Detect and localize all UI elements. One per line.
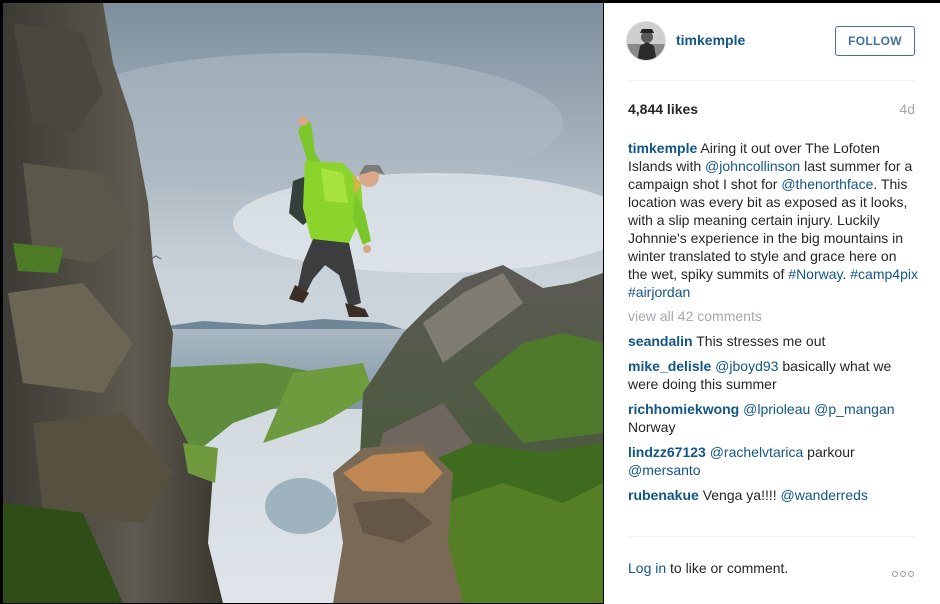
comment-username[interactable]: rubenakue bbox=[628, 487, 699, 503]
mention-link[interactable]: @mersanto bbox=[628, 462, 701, 478]
login-prompt-text: to like or comment. bbox=[666, 560, 789, 576]
mention-link[interactable]: @lprioleau bbox=[743, 401, 810, 417]
post-photo[interactable] bbox=[3, 3, 603, 603]
comment-item: mike_delisle @jboyd93 basically what we … bbox=[628, 357, 918, 393]
footer-divider bbox=[628, 536, 915, 537]
mention-link[interactable]: @thenorthface bbox=[781, 176, 873, 192]
header-divider bbox=[628, 80, 915, 81]
comment-text: This stresses me out bbox=[692, 333, 826, 349]
instagram-post-modal: timkemple FOLLOW 4,844 likes 4d timkempl… bbox=[0, 0, 940, 604]
mention-link[interactable]: @johncollinson bbox=[705, 158, 800, 174]
avatar[interactable] bbox=[626, 21, 666, 61]
hashtag-link[interactable]: #airjordan bbox=[628, 284, 690, 300]
comment-item: seandalin This stresses me out bbox=[628, 332, 918, 350]
comment-username[interactable]: mike_delisle bbox=[628, 358, 711, 374]
comment-username[interactable]: lindzz67123 bbox=[628, 444, 706, 460]
mention-link[interactable]: @rachelvtarica bbox=[710, 444, 804, 460]
caption: timkemple Airing it out over The Lofoten… bbox=[628, 139, 918, 301]
comment-username[interactable]: timkemple bbox=[628, 140, 697, 156]
post-time-ago[interactable]: 4d bbox=[899, 101, 915, 117]
ellipsis-icon[interactable] bbox=[892, 564, 916, 577]
mountain-jump-photo bbox=[3, 3, 603, 603]
dot-icon bbox=[900, 571, 906, 577]
comment-text: Venga ya!!!! bbox=[698, 487, 781, 503]
hashtag-link[interactable]: #Norway bbox=[788, 266, 842, 282]
mention-link[interactable]: @wanderreds bbox=[781, 487, 868, 503]
comment-item: rubenakue Venga ya!!!! @wanderreds bbox=[628, 486, 918, 504]
comment-item: lindzz67123 @rachelvtarica parkour @mers… bbox=[628, 443, 918, 479]
mention-link[interactable]: @p_mangan bbox=[814, 401, 894, 417]
comment-username[interactable]: richhomiekwong bbox=[628, 401, 739, 417]
post-header: timkemple FOLLOW bbox=[604, 3, 940, 81]
comments-container: seandalin This stresses me out mike_delis… bbox=[628, 332, 918, 504]
comment-item: richhomiekwong @lprioleau @p_mangan Norw… bbox=[628, 400, 918, 436]
comment-username[interactable]: seandalin bbox=[628, 333, 693, 349]
comment-text: parkour bbox=[803, 444, 855, 460]
post-author-username[interactable]: timkemple bbox=[676, 32, 745, 48]
hashtag-link[interactable]: #camp4pix bbox=[850, 266, 918, 282]
likes-count[interactable]: 4,844 likes bbox=[628, 101, 698, 117]
view-all-comments-link[interactable]: view all 42 comments bbox=[628, 307, 918, 325]
avatar-image-icon bbox=[627, 22, 665, 60]
dot-icon bbox=[892, 571, 898, 577]
login-link[interactable]: Log in bbox=[628, 560, 666, 576]
dot-icon bbox=[908, 571, 914, 577]
follow-button[interactable]: FOLLOW bbox=[835, 26, 915, 56]
comment-text: Norway bbox=[628, 419, 676, 435]
post-details-panel: timkemple FOLLOW 4,844 likes 4d timkempl… bbox=[604, 3, 940, 604]
mention-link[interactable]: @jboyd93 bbox=[715, 358, 778, 374]
comments-list: timkemple Airing it out over The Lofoten… bbox=[628, 139, 918, 535]
login-prompt: Log in to like or comment. bbox=[628, 560, 788, 576]
